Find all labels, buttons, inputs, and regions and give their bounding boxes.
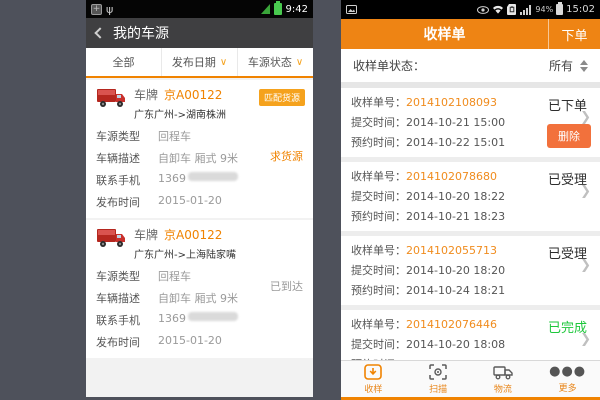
tab-logistics[interactable]: 物流 (471, 361, 536, 397)
plate-label: 车牌 (134, 228, 158, 242)
clock-time: 15:02 (566, 4, 595, 15)
plate-line: 车牌京A00122 (134, 86, 226, 103)
eye-icon (477, 6, 489, 14)
filter-publish-date[interactable]: 发布日期 ∨ (162, 48, 238, 76)
chevron-right-icon[interactable]: ❯ (580, 258, 591, 273)
notification-icon: + (91, 4, 102, 15)
delete-button[interactable]: 删除 (547, 124, 591, 148)
clock-time: 9:42 (286, 4, 308, 15)
truck-image (96, 87, 126, 109)
back-icon[interactable] (94, 27, 105, 38)
truck-icon (493, 364, 513, 380)
order-row[interactable]: 收样单号：2014102055713 提交时间：2014-10-20 18:20… (341, 236, 600, 305)
order-number: 2014102078680 (406, 170, 497, 183)
chevron-right-icon[interactable]: ❯ (580, 184, 591, 199)
battery-percent: 94% (535, 5, 553, 14)
scan-icon (429, 364, 447, 380)
redacted-phone (188, 312, 238, 321)
truck-image (96, 227, 126, 249)
plate-number: 京A00122 (164, 88, 222, 102)
left-status-bar: + ψ 9:42 (86, 0, 313, 18)
filter-label: 收样单状态： (353, 57, 425, 74)
order-number: 2014102076446 (406, 318, 497, 331)
appoint-time: 2014-10-21 18:23 (406, 210, 505, 223)
screenshot-icon (346, 5, 357, 14)
route-text: 广东广州->上海陆家嘴 (134, 246, 236, 261)
bottom-tab-bar: 收样 扫描 物流 ●●● 更多 (341, 360, 600, 400)
status-seeking-cargo[interactable]: 求货源 (270, 148, 303, 164)
detail-row: 联系手机 1369 (96, 312, 303, 328)
status-arrived: 已到达 (270, 278, 303, 294)
place-order-button[interactable]: 下单 (548, 19, 600, 49)
submit-time: 2014-10-20 18:08 (406, 338, 505, 351)
vehicle-listing[interactable]: 车牌京A00122 广东广州->上海陆家嘴 车源类型 回程车 车辆描述 自卸车 … (86, 220, 313, 358)
right-status-bar: 94% 15:02 (341, 0, 600, 19)
plate-number: 京A00122 (164, 228, 222, 242)
order-row[interactable]: 收样单号：2014102078680 提交时间：2014-10-20 18:22… (341, 162, 600, 231)
spinner-arrows-icon[interactable] (580, 60, 588, 72)
filter-all[interactable]: 全部 (86, 48, 162, 76)
signal-icon (520, 5, 532, 15)
detail-row: 车源类型 回程车 (96, 128, 303, 144)
chevron-down-icon: ∨ (296, 57, 303, 68)
more-icon: ●●● (549, 365, 586, 379)
page-title: 收样单 (341, 24, 548, 44)
redacted-phone (188, 172, 238, 181)
left-phone-screenshot: + ψ 9:42 我的车源 全部 发布日期 ∨ 车源状态 ∨ (86, 0, 313, 397)
detail-row: 联系手机 1369 (96, 172, 303, 188)
right-app-header: 收样单 下单 (341, 19, 600, 49)
right-phone-screenshot: 94% 15:02 收样单 下单 收样单状态： 所有 收样单号：20141021… (341, 0, 600, 400)
submit-time: 2014-10-21 15:00 (406, 116, 505, 129)
signal-icon (261, 4, 270, 14)
battery-icon (556, 4, 563, 15)
wifi-icon (492, 5, 504, 15)
appoint-time: 2014-10-24 18:21 (406, 284, 505, 297)
listing-details: 车源类型 回程车 车辆描述 自卸车 厢式 9米 联系手机 1369 发布时间 2… (96, 128, 303, 210)
plate-label: 车牌 (134, 88, 158, 102)
inbox-arrow-icon (364, 364, 382, 380)
status-filter-row: 收样单状态： 所有 (341, 49, 600, 82)
detail-row: 发布时间 2015-01-20 (96, 334, 303, 350)
filter-bar: 全部 发布日期 ∨ 车源状态 ∨ (86, 48, 313, 78)
plate-line: 车牌京A00122 (134, 226, 236, 243)
chevron-right-icon[interactable]: ❯ (580, 110, 591, 125)
battery-icon (274, 3, 282, 15)
page-title: 我的车源 (113, 23, 169, 43)
route-text: 广东广州->湖南株洲 (134, 106, 226, 121)
sdcard-icon (507, 4, 517, 15)
tab-more[interactable]: ●●● 更多 (535, 361, 600, 397)
filter-value[interactable]: 所有 (549, 57, 573, 74)
tab-scan[interactable]: 扫描 (406, 361, 471, 397)
match-cargo-button[interactable]: 匹配货源 (259, 89, 305, 106)
order-row[interactable]: 收样单号：2014102108093 提交时间：2014-10-21 15:00… (341, 88, 600, 157)
listing-head: 车牌京A00122 广东广州->上海陆家嘴 (96, 226, 303, 261)
detail-row: 发布时间 2015-01-20 (96, 194, 303, 210)
chevron-down-icon: ∨ (220, 57, 227, 68)
submit-time: 2014-10-20 18:22 (406, 190, 505, 203)
usb-icon: ψ (106, 3, 113, 16)
submit-time: 2014-10-20 18:20 (406, 264, 505, 277)
filter-vehicle-status[interactable]: 车源状态 ∨ (238, 48, 313, 76)
vehicle-listing[interactable]: 车牌京A00122 广东广州->湖南株洲 匹配货源 车源类型 回程车 车辆描述 … (86, 80, 313, 218)
left-app-header: 我的车源 (86, 18, 313, 48)
order-number: 2014102108093 (406, 96, 497, 109)
order-number: 2014102055713 (406, 244, 497, 257)
appoint-time: 2014-10-22 15:01 (406, 136, 505, 149)
chevron-right-icon[interactable]: ❯ (580, 332, 591, 347)
tab-sample-receive[interactable]: 收样 (341, 361, 406, 397)
